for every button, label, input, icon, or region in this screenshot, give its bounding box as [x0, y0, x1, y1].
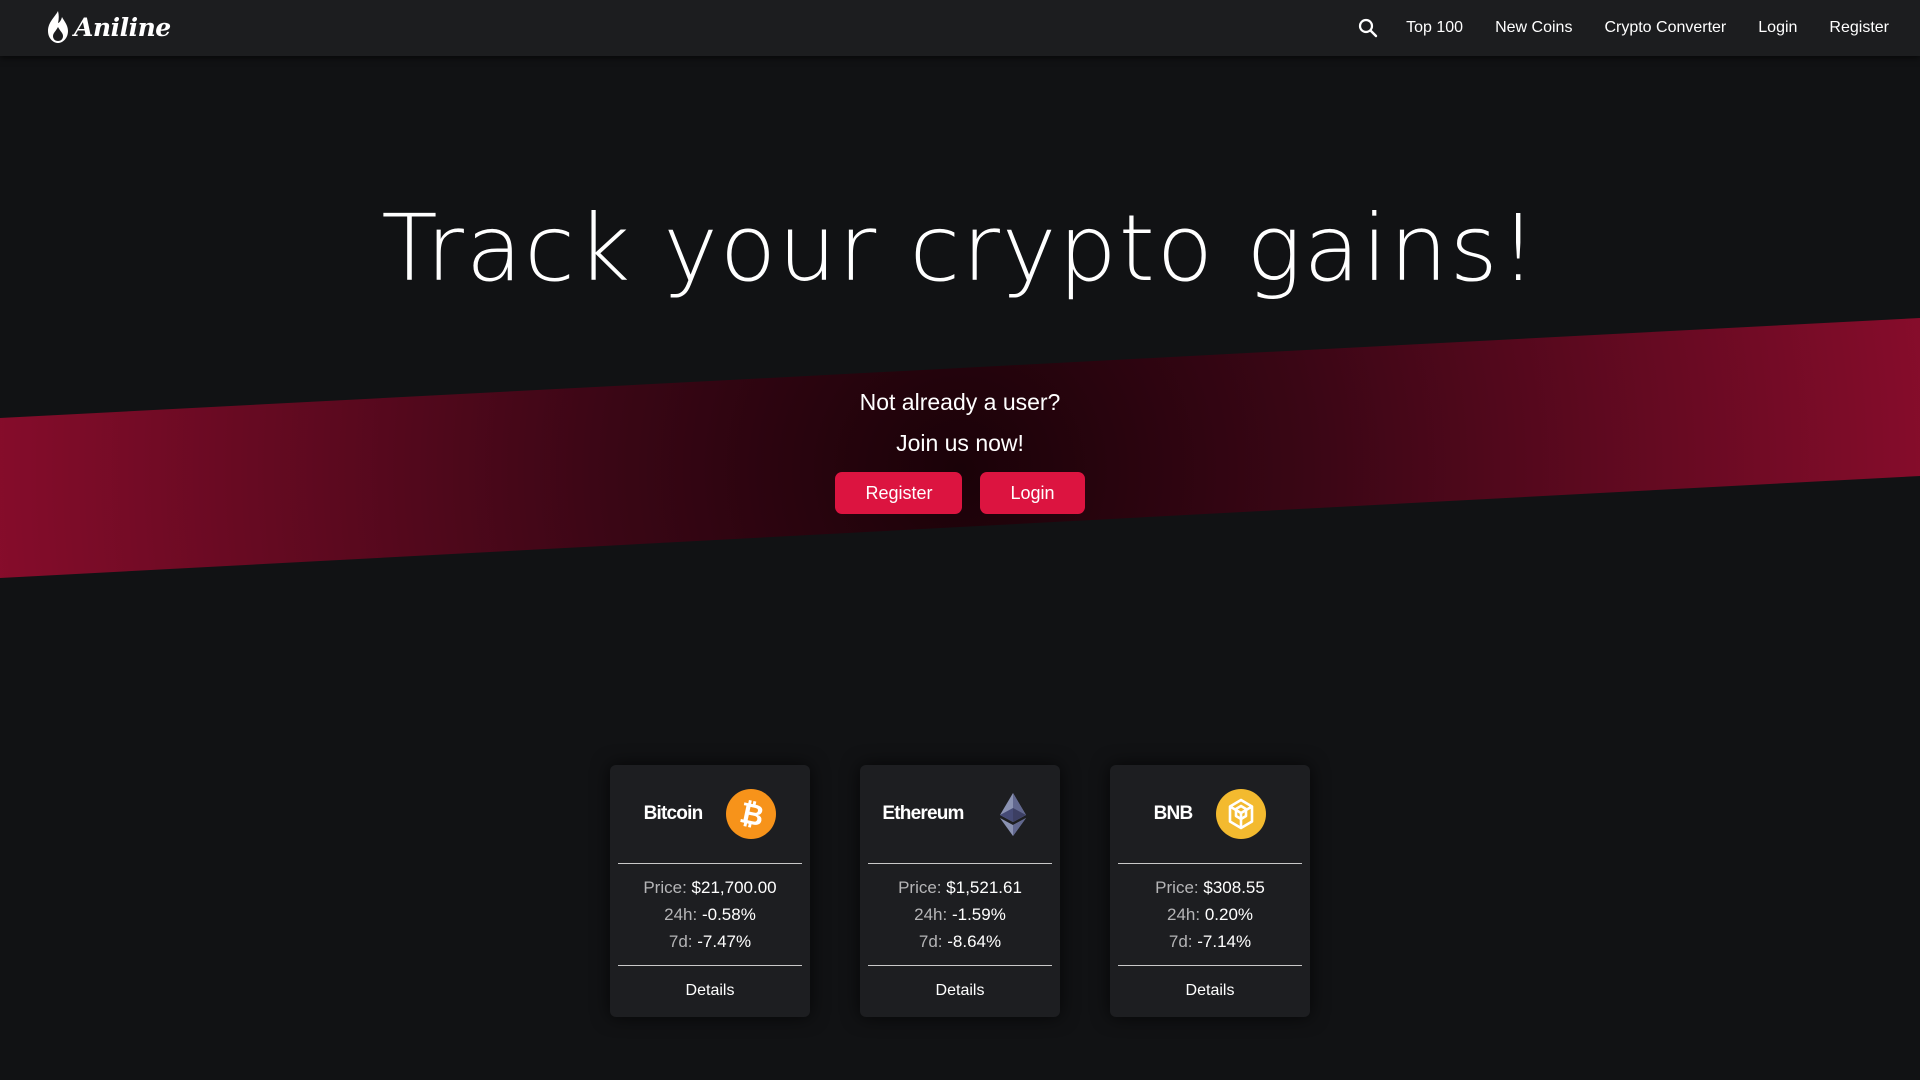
change-7d-row: 7d: -7.47% — [610, 928, 810, 955]
card-header: BNB — [1110, 765, 1310, 863]
change-24h-row: 24h: -1.59% — [860, 901, 1060, 928]
top-navbar: Aniline Top 100 New Coins Crypto Convert… — [0, 0, 1920, 56]
login-button[interactable]: Login — [980, 472, 1085, 514]
change-7d-value: -8.64% — [947, 932, 1002, 951]
nav-link-top-100[interactable]: Top 100 — [1406, 19, 1463, 37]
coin-stats: Price: $308.55 24h: 0.20% 7d: -7.14% — [1110, 864, 1310, 965]
change-24h-label: 24h: — [914, 905, 948, 924]
price-row: Price: $21,700.00 — [610, 874, 810, 901]
change-24h-label: 24h: — [664, 905, 698, 924]
hero-title: Track your crypto gains! — [381, 195, 1539, 302]
details-link[interactable]: Details — [1110, 966, 1310, 1016]
search-icon[interactable] — [1358, 18, 1378, 38]
change-24h-value: 0.20% — [1204, 905, 1254, 924]
change-24h-value: -0.58% — [701, 905, 756, 924]
nav-link-login[interactable]: Login — [1758, 19, 1797, 37]
register-button[interactable]: Register — [835, 472, 963, 514]
coin-card-bnb: BNB Price: $308.55 24h: 0.20% 7d: -7.14% — [1110, 765, 1310, 1017]
price-row: Price: $308.55 — [1110, 874, 1310, 901]
coin-cards: Bitcoin ₿ Price: $21,700.00 24h: -0.58% … — [610, 765, 1310, 1017]
price-value: $308.55 — [1203, 878, 1265, 897]
brand-name: Aniline — [74, 12, 171, 42]
price-value: $21,700.00 — [691, 878, 777, 897]
change-7d-value: -7.14% — [1197, 932, 1252, 951]
change-7d-label: 7d: — [918, 932, 943, 951]
coin-stats: Price: $21,700.00 24h: -0.58% 7d: -7.47% — [610, 864, 810, 965]
coin-stats: Price: $1,521.61 24h: -1.59% 7d: -8.64% — [860, 864, 1060, 965]
bitcoin-icon: ₿ — [726, 789, 777, 839]
ethereum-icon — [999, 793, 1026, 836]
details-link[interactable]: Details — [860, 966, 1060, 1016]
coin-name: Ethereum — [882, 803, 964, 824]
coin-card-bitcoin: Bitcoin ₿ Price: $21,700.00 24h: -0.58% … — [610, 765, 810, 1017]
price-row: Price: $1,521.61 — [860, 874, 1060, 901]
change-7d-value: -7.47% — [697, 932, 752, 951]
cta-buttons: Register Login — [0, 472, 1920, 514]
join-cta: Not already a user? Join us now! Registe… — [0, 382, 1920, 514]
change-7d-row: 7d: -8.64% — [860, 928, 1060, 955]
page: Aniline Top 100 New Coins Crypto Convert… — [0, 0, 1920, 1080]
change-7d-row: 7d: -7.14% — [1110, 928, 1310, 955]
cta-question: Not already a user? — [859, 389, 1061, 415]
coin-name: BNB — [1153, 803, 1194, 824]
flame-logo-icon — [48, 11, 68, 43]
nav-link-new-coins[interactable]: New Coins — [1495, 19, 1572, 37]
coin-card-ethereum: Ethereum Price: $1,521.61 24h: -1.59% 7d… — [860, 765, 1060, 1017]
price-label: Price: — [898, 878, 942, 897]
card-header: Bitcoin ₿ — [610, 765, 810, 863]
price-label: Price: — [1155, 878, 1199, 897]
change-24h-value: -1.59% — [951, 905, 1006, 924]
price-value: $1,521.61 — [946, 878, 1022, 897]
bnb-icon — [1216, 789, 1267, 839]
change-24h-row: 24h: -0.58% — [610, 901, 810, 928]
brand-logo[interactable]: Aniline — [46, 10, 171, 44]
change-7d-label: 7d: — [668, 932, 693, 951]
coin-name: Bitcoin — [643, 803, 704, 824]
change-24h-label: 24h: — [1166, 905, 1201, 924]
cta-invite: Join us now! — [896, 430, 1024, 456]
details-link[interactable]: Details — [610, 966, 810, 1016]
card-header: Ethereum — [860, 765, 1060, 863]
nav-link-crypto-converter[interactable]: Crypto Converter — [1604, 19, 1726, 37]
change-7d-label: 7d: — [1168, 932, 1193, 951]
nav-link-register[interactable]: Register — [1829, 19, 1889, 37]
price-label: Price: — [643, 878, 687, 897]
change-24h-row: 24h: 0.20% — [1110, 901, 1310, 928]
nav-links: Top 100 New Coins Crypto Converter Login… — [1358, 0, 1889, 56]
